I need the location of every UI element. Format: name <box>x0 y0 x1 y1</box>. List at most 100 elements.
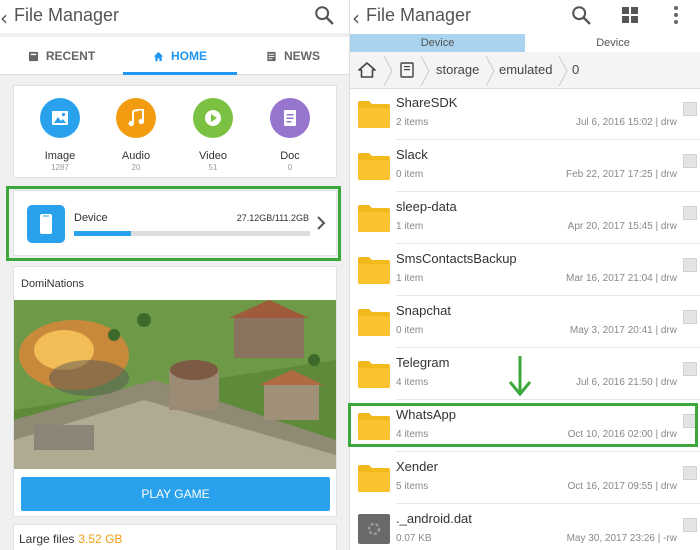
file-item-count: 0.07 KB <box>396 533 432 544</box>
file-date: Jul 6, 2016 15:02 | drw <box>576 117 677 128</box>
game-ad-card: DomiNations PLAY GAME <box>13 266 337 517</box>
breadcrumb-separator <box>558 56 568 86</box>
select-checkbox[interactable] <box>683 518 697 532</box>
file-row[interactable]: SmsContactsBackup 1 item Mar 16, 2017 21:0… <box>350 244 700 296</box>
category-count: 20 <box>131 163 141 172</box>
file-settings-icon <box>358 514 390 544</box>
file-row[interactable]: ._android.dat 0.07 KB May 30, 2017 23:26 |… <box>350 504 700 550</box>
breadcrumb-storage[interactable]: storage <box>436 62 479 77</box>
file-item-count: 1 item <box>396 273 424 284</box>
recent-icon <box>28 51 38 61</box>
file-date: May 3, 2017 20:41 | drw <box>569 325 677 336</box>
breadcrumb-separator <box>485 56 495 86</box>
device-tab[interactable]: Device <box>525 34 700 52</box>
music-icon <box>116 98 156 138</box>
folder-icon <box>358 465 390 492</box>
category-label: Doc <box>280 150 300 162</box>
device-tabs: Device Device <box>350 34 700 52</box>
large-files-card[interactable]: Large files 3.52 GB <box>13 524 337 550</box>
grid-view-icon[interactable] <box>622 7 638 23</box>
category-count: 0 <box>287 163 293 172</box>
category-doc[interactable]: Doc 0 <box>260 98 320 172</box>
select-checkbox[interactable] <box>683 154 697 168</box>
home-screen: ‹ File Manager RECENT HOME NEWS Image 12… <box>0 0 349 550</box>
tab-news[interactable]: NEWS <box>237 37 349 75</box>
device-highlight-box <box>6 186 341 261</box>
document-icon <box>270 98 310 138</box>
folder-icon <box>358 361 390 388</box>
large-files-label: Large files <box>19 532 75 546</box>
sd-card-icon[interactable] <box>400 62 414 78</box>
file-row[interactable]: Slack 0 item Feb 22, 2017 17:25 | drw <box>350 140 700 192</box>
file-item-count: 1 item <box>396 221 424 232</box>
file-item-count: 0 item <box>396 169 424 180</box>
category-count: 51 <box>208 163 218 172</box>
file-row[interactable]: sleep-data 1 item Apr 20, 2017 15:45 | drw <box>350 192 700 244</box>
device-tab-active[interactable]: Device <box>350 34 525 52</box>
left-app-bar: ‹ File Manager <box>0 0 349 33</box>
right-app-bar: ‹ File Manager <box>350 0 700 33</box>
folder-icon <box>358 309 390 336</box>
folder-icon <box>358 205 390 232</box>
select-checkbox[interactable] <box>683 310 697 324</box>
tab-recent[interactable]: RECENT <box>0 37 123 75</box>
categories-card: Image 1287 Audio 20 Video 51 Doc 0 <box>13 85 337 178</box>
select-checkbox[interactable] <box>683 362 697 376</box>
category-label: Image <box>44 150 76 162</box>
home-icon <box>153 51 164 61</box>
search-icon[interactable] <box>313 4 335 26</box>
file-date: May 30, 2017 23:26 | -rw <box>566 533 677 544</box>
large-files-row: Large files 3.52 GB <box>19 532 122 546</box>
folder-icon <box>358 101 390 128</box>
file-name: Xender <box>396 459 438 474</box>
home-tabs: RECENT HOME NEWS <box>0 37 349 75</box>
file-name: ._android.dat <box>396 511 472 526</box>
active-tab-indicator <box>123 72 237 75</box>
category-label: Video <box>199 150 227 162</box>
file-name: Slack <box>396 147 428 162</box>
back-arrow-icon[interactable]: ‹ <box>352 6 360 30</box>
home-icon[interactable] <box>358 62 376 78</box>
more-menu-icon[interactable] <box>673 5 679 25</box>
file-row[interactable]: Snapchat 0 item May 3, 2017 20:41 | drw <box>350 296 700 348</box>
breadcrumb-separator <box>420 56 430 86</box>
screenshot-root: ‹ File Manager RECENT HOME NEWS Image 12… <box>0 0 700 550</box>
file-date: Feb 22, 2017 17:25 | drw <box>565 169 677 180</box>
select-checkbox[interactable] <box>683 206 697 220</box>
play-game-button[interactable]: PLAY GAME <box>21 477 330 511</box>
file-item-count: 2 items <box>396 117 429 128</box>
tab-home[interactable]: HOME <box>123 37 237 75</box>
breadcrumb: storage emulated 0 <box>350 52 700 89</box>
file-name: ShareSDK <box>396 95 458 110</box>
file-browser-screen: ‹ File Manager Device Device storage emu… <box>349 0 700 550</box>
back-arrow-icon[interactable]: ‹ <box>0 6 8 30</box>
arrow-down-icon <box>508 356 532 397</box>
category-video[interactable]: Video 51 <box>183 98 243 172</box>
file-date: Mar 16, 2017 21:04 | drw <box>566 273 677 284</box>
file-row[interactable]: Xender 5 items Oct 16, 2017 09:55 | drw <box>350 452 700 504</box>
select-checkbox[interactable] <box>683 102 697 116</box>
game-screenshot[interactable] <box>14 300 336 469</box>
file-item-count: 0 item <box>396 325 424 336</box>
breadcrumb-emulated[interactable]: emulated <box>499 62 552 77</box>
play-icon <box>193 98 233 138</box>
tab-home-label: HOME <box>171 49 207 63</box>
tab-recent-label: RECENT <box>45 49 96 63</box>
file-name: SmsContactsBackup <box>396 251 517 266</box>
file-name: Telegram <box>396 355 450 370</box>
category-audio[interactable]: Audio 20 <box>106 98 166 172</box>
news-icon <box>267 51 276 61</box>
breadcrumb-current[interactable]: 0 <box>572 62 579 77</box>
app-title: File Manager <box>14 5 120 25</box>
search-icon[interactable] <box>570 4 592 26</box>
select-checkbox[interactable] <box>683 258 697 272</box>
app-title: File Manager <box>366 5 472 25</box>
file-date: Jul 6, 2016 21:50 | drw <box>576 377 677 388</box>
folder-icon <box>358 257 390 284</box>
whatsapp-highlight-box <box>348 403 698 447</box>
category-image[interactable]: Image 1287 <box>30 98 90 172</box>
file-row[interactable]: ShareSDK 2 items Jul 6, 2016 15:02 | drw <box>350 88 700 140</box>
category-count: 1287 <box>51 163 69 172</box>
game-title: DomiNations <box>21 278 84 290</box>
select-checkbox[interactable] <box>683 466 697 480</box>
